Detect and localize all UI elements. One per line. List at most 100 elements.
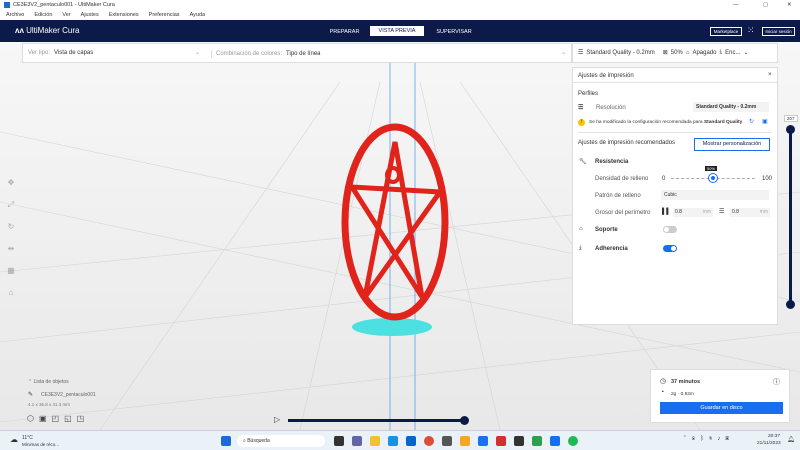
adhesion-heading: Adherencia (595, 246, 628, 252)
clock-time[interactable]: 20:37 (768, 434, 780, 439)
title-bar: CE3E3V2_pentaculo001 - UltiMaker Cura — … (0, 0, 800, 10)
calculator-icon[interactable] (442, 436, 452, 446)
scale-tool-icon[interactable]: ⤢ (4, 194, 18, 216)
spotify-icon[interactable] (568, 436, 578, 446)
tab-preparar[interactable]: PREPARAR (322, 27, 367, 36)
layer-slider-bottom-handle[interactable] (786, 300, 795, 309)
app-header: ʌʌ UltiMaker Cura PREPARAR VISTA PREVIA … (0, 20, 800, 42)
3d-view-icon[interactable]: ⬡ (27, 414, 39, 423)
clock-date[interactable]: 21/11/2023 (757, 441, 781, 446)
marketplace-button[interactable]: Marketplace (710, 27, 742, 36)
infill-slider-handle[interactable] (709, 174, 717, 182)
tab-supervisar[interactable]: SUPERVISAR (430, 27, 478, 36)
strength-heading: Resistencia (595, 159, 629, 165)
menu-archivo[interactable]: Archivo (6, 12, 24, 18)
tab-vista-previa[interactable]: VISTA PREVIA (370, 26, 424, 36)
close-window-button[interactable]: ✕ (787, 2, 792, 8)
per-model-settings-icon[interactable]: ▦ (4, 260, 18, 282)
save-to-disk-button[interactable]: Guardar en disco (660, 402, 783, 414)
wall-thickness-input[interactable]: 0.8 mm (673, 208, 713, 217)
chevron-down-icon[interactable]: ⌄ (561, 49, 566, 56)
menu-ver[interactable]: Ver (62, 12, 70, 18)
support-icon: ⌂ (579, 226, 583, 232)
infill-min: 0 (662, 176, 666, 182)
tray-icons[interactable]: ⌃◉ᛒ≋♪▣ (683, 436, 734, 442)
resolution-icon: ☰ (578, 105, 584, 111)
cura-taskbar-icon[interactable] (550, 436, 560, 446)
color-scheme-select[interactable]: Tipo de línea (286, 51, 320, 57)
acrobat-icon[interactable] (496, 436, 506, 446)
panel-title: Ajustes de impresión (578, 73, 634, 79)
taskbar: ☁ 11°C Mínimas de réco... ⌕ Búsqueda ⌃◉ᛒ… (0, 430, 800, 450)
edit-icon: ✎ (28, 392, 34, 398)
save-profile-icon[interactable]: ▣ (762, 118, 768, 125)
infill-density-label: Densidad de relleno (595, 176, 649, 182)
pentacle-model (341, 123, 449, 321)
menu-extensiones[interactable]: Extensiones (109, 12, 139, 18)
resolution-select[interactable]: Standard Quality - 0.2mm (693, 102, 769, 112)
layer-value: 207 (784, 115, 798, 122)
top-view-icon[interactable]: ◰ (52, 414, 65, 423)
top-bottom-thickness-input[interactable]: 0.8 mm (730, 208, 770, 217)
support-toggle[interactable] (663, 226, 677, 233)
print-setup-bar[interactable]: ☰ Standard Quality - 0.2mm ⊠ 50% ⌂ Apagado … (572, 43, 778, 63)
signin-button[interactable]: Iniciar sesión (762, 27, 795, 36)
play-icon[interactable]: ▷ (274, 415, 280, 424)
layer-slider-track[interactable] (789, 128, 792, 304)
taskview-icon[interactable] (334, 436, 344, 446)
support-heading: Soporte (595, 227, 618, 233)
infill-tooltip: 50% (705, 166, 718, 171)
app-icon[interactable] (514, 436, 524, 446)
view-type-label: Ver tipo: (28, 50, 51, 56)
support-blocker-icon[interactable]: ⌂ (4, 282, 18, 304)
weather-temp: 11°C (22, 435, 33, 441)
layer-slider-top-handle[interactable] (786, 125, 795, 134)
menu-ayuda[interactable]: Ayuda (190, 12, 206, 18)
menu-bar: Archivo Edición Ver Ajustes Extensiones … (0, 10, 800, 20)
chat-icon[interactable] (352, 436, 362, 446)
weather-icon[interactable]: ☁ (10, 435, 18, 444)
reset-icon[interactable]: ↻ (749, 118, 754, 125)
path-slider-handle[interactable] (460, 416, 469, 425)
brand-logo: ʌʌ UltiMaker Cura (15, 26, 80, 35)
menu-preferencias[interactable]: Preferencias (149, 12, 180, 18)
search-placeholder: Búsqueda (247, 438, 270, 444)
recommended-heading: Ajustes de impresión recomendados (578, 140, 676, 146)
store-icon[interactable] (388, 436, 398, 446)
infill-icon: ⊠ (662, 50, 668, 56)
path-slider-track[interactable] (288, 419, 464, 422)
menu-edicion[interactable]: Edición (34, 12, 52, 18)
close-icon[interactable]: × (768, 72, 772, 78)
mail-icon[interactable] (406, 436, 416, 446)
print-settings-panel: Ajustes de impresión × Perfiles ☰ Resolu… (572, 67, 778, 325)
front-view-icon[interactable]: ▣ (39, 414, 52, 423)
app-icon[interactable] (478, 436, 488, 446)
notification-bell-icon[interactable]: 🔔︎ (787, 436, 795, 443)
explorer-icon[interactable] (370, 436, 380, 446)
object-name[interactable]: CE3E3V2_pentaculo001 (41, 392, 96, 398)
right-view-icon[interactable]: ◳ (77, 414, 90, 423)
move-tool-icon[interactable]: ✥ (4, 172, 18, 194)
profile-summary: Standard Quality - 0.2mm (586, 49, 655, 56)
left-view-icon[interactable]: ◱ (64, 414, 77, 423)
maximize-button[interactable]: ▢ (763, 2, 768, 8)
app-icon[interactable] (460, 436, 470, 446)
show-custom-button[interactable]: Mostrar personalización (694, 138, 770, 151)
apps-grid-icon[interactable]: ⁙ (747, 25, 755, 36)
chrome-icon[interactable] (424, 436, 434, 446)
app-icon[interactable] (532, 436, 542, 446)
mirror-tool-icon[interactable]: ⇹ (4, 238, 18, 260)
info-icon[interactable]: ⓘ (773, 377, 780, 387)
rotate-tool-icon[interactable]: ↻ (4, 216, 18, 238)
menu-ajustes[interactable]: Ajustes (81, 12, 99, 18)
weather-text: Mínimas de réco... (22, 442, 60, 447)
view-type-select[interactable]: Vista de capas (54, 50, 93, 56)
chevron-down-icon[interactable]: ⌄ (195, 49, 200, 56)
infill-pattern-select[interactable]: Cubic (661, 190, 769, 200)
object-list-toggle[interactable]: ⌃ Lista de objetos (28, 379, 69, 385)
search-box[interactable]: ⌕ Búsqueda (237, 435, 325, 447)
print-summary-panel: ◷ 37 minutos ⓘ ◔ 2g · 0.52m Guardar en d… (650, 369, 790, 423)
minimize-button[interactable]: — (733, 2, 739, 8)
adhesion-toggle[interactable] (663, 245, 677, 252)
start-button[interactable] (221, 436, 231, 446)
